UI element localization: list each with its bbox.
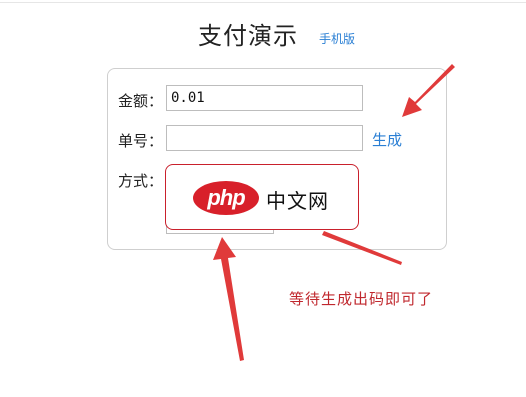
arrow-from-watermark-icon xyxy=(322,231,402,265)
arrow-to-method-icon xyxy=(213,237,244,361)
annotation-arrows xyxy=(213,64,455,361)
arrow-to-generate-icon xyxy=(402,64,455,117)
payment-demo-page: 支付演示 手机版 金额： 0.01 单号： 生成 方式： php 中文网 等待生… xyxy=(0,0,526,397)
